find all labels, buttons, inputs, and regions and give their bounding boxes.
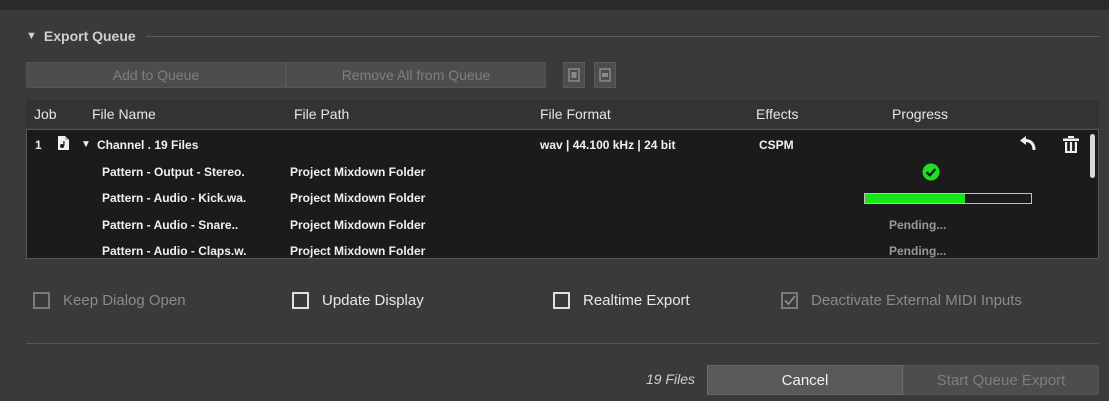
column-progress[interactable]: Progress [892, 106, 948, 122]
checkbox-label: Realtime Export [583, 292, 690, 309]
job-format: wav | 44.100 kHz | 24 bit [540, 138, 676, 152]
export-queue-table[interactable]: 1 ▼ Channel . 19 Files wav | 44.100 kHz … [26, 129, 1099, 259]
audio-file-icon [57, 135, 70, 154]
undo-icon[interactable] [1019, 136, 1037, 155]
file-row[interactable]: Pattern - Audio - Kick.wa. Project Mixdo… [27, 185, 1087, 211]
footer-divider [26, 343, 1099, 344]
expand-all-icon [568, 68, 580, 82]
done-check-icon [922, 163, 940, 184]
table-header: Job File Name File Path File Format Effe… [26, 100, 1099, 128]
expand-all-button[interactable] [563, 62, 585, 88]
file-path: Project Mixdown Folder [290, 244, 426, 258]
top-strip [0, 0, 1109, 10]
progress-fill [865, 194, 965, 203]
pending-status: Pending... [889, 218, 947, 232]
checkbox-box[interactable] [33, 292, 50, 309]
files-count: 19 Files [645, 371, 695, 387]
realtime-export-checkbox[interactable]: Realtime Export [553, 292, 690, 309]
remove-all-from-queue-button[interactable]: Remove All from Queue [286, 62, 546, 88]
check-icon [783, 295, 796, 306]
file-name: Pattern - Audio - Claps.w. [102, 244, 247, 258]
file-path: Project Mixdown Folder [290, 191, 426, 205]
deactivate-midi-checkbox[interactable]: Deactivate External MIDI Inputs [781, 292, 1022, 309]
collapse-all-button[interactable] [594, 62, 616, 88]
checkbox-box[interactable] [553, 292, 570, 309]
file-name: Pattern - Output - Stereo. [102, 165, 245, 179]
file-path: Project Mixdown Folder [290, 165, 426, 179]
collapse-all-icon [599, 68, 611, 82]
file-name: Pattern - Audio - Snare.. [102, 218, 239, 232]
file-row[interactable]: Pattern - Audio - Snare.. Project Mixdow… [27, 212, 1087, 238]
column-file-name[interactable]: File Name [92, 106, 156, 122]
job-expand-triangle-icon[interactable]: ▼ [81, 139, 91, 150]
table-scrollbar[interactable] [1090, 134, 1095, 178]
job-row[interactable]: 1 ▼ Channel . 19 Files wav | 44.100 kHz … [27, 132, 1087, 158]
progress-bar [864, 193, 1032, 204]
checkbox-label: Keep Dialog Open [63, 292, 186, 309]
column-file-format[interactable]: File Format [540, 106, 611, 122]
keep-dialog-open-checkbox[interactable]: Keep Dialog Open [33, 292, 186, 309]
header-divider [145, 35, 1099, 37]
update-display-checkbox[interactable]: Update Display [292, 292, 424, 309]
job-number: 1 [35, 138, 42, 152]
export-queue-header[interactable]: ▼ Export Queue [26, 26, 1099, 46]
job-name: Channel . 19 Files [97, 138, 199, 152]
column-effects[interactable]: Effects [756, 106, 799, 122]
add-to-queue-button[interactable]: Add to Queue [26, 62, 286, 88]
checkbox-box[interactable] [292, 292, 309, 309]
checkbox-label: Update Display [322, 292, 424, 309]
section-title: Export Queue [43, 28, 136, 44]
cancel-button[interactable]: Cancel [707, 365, 903, 395]
start-queue-export-button[interactable]: Start Queue Export [903, 365, 1099, 395]
column-job[interactable]: Job [34, 106, 57, 122]
column-file-path[interactable]: File Path [294, 106, 349, 122]
checkbox-label: Deactivate External MIDI Inputs [811, 292, 1022, 309]
file-path: Project Mixdown Folder [290, 218, 426, 232]
trash-icon[interactable] [1063, 136, 1079, 156]
file-row[interactable]: Pattern - Output - Stereo. Project Mixdo… [27, 159, 1087, 185]
file-row[interactable]: Pattern - Audio - Claps.w. Project Mixdo… [27, 238, 1087, 258]
pending-status: Pending... [889, 244, 947, 258]
checkbox-box[interactable] [781, 292, 798, 309]
file-name: Pattern - Audio - Kick.wa. [102, 191, 247, 205]
job-effects: CSPM [759, 138, 794, 152]
collapse-triangle-icon[interactable]: ▼ [26, 30, 37, 42]
